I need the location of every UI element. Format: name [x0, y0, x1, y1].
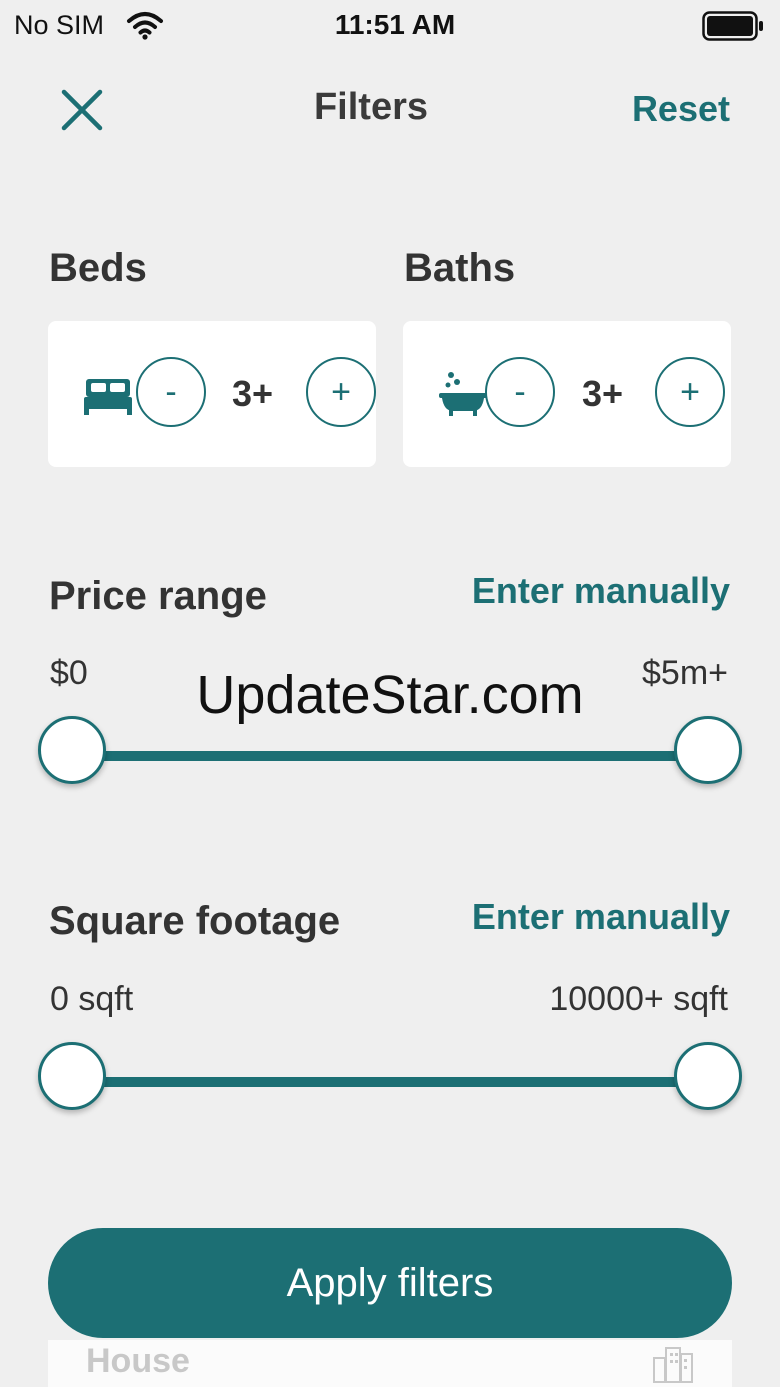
price-slider-track[interactable]: [72, 751, 708, 761]
apply-filters-button[interactable]: Apply filters: [48, 1228, 732, 1338]
sqft-max-thumb[interactable]: [674, 1042, 742, 1110]
baths-value: 3+: [582, 373, 624, 414]
battery-icon: [702, 11, 763, 41]
baths-decrement-button[interactable]: -: [485, 357, 555, 427]
beds-heading: Beds: [49, 246, 147, 290]
beds-value: 3+: [232, 373, 274, 414]
price-max-thumb[interactable]: [674, 716, 742, 784]
building-icon: [653, 1347, 693, 1383]
baths-increment-button[interactable]: +: [655, 357, 725, 427]
sqft-min-label: 0 sqft: [50, 980, 134, 1018]
reset-button[interactable]: Reset: [632, 88, 730, 130]
page-title: Filters: [313, 86, 429, 128]
baths-heading: Baths: [404, 246, 516, 290]
property-type-label: House: [86, 1342, 190, 1380]
status-bar: No SIM 11:51 AM: [0, 0, 780, 52]
price-min-thumb[interactable]: [38, 716, 106, 784]
property-type-card[interactable]: House: [48, 1340, 732, 1387]
watermark-text: UpdateStar.com: [196, 665, 584, 725]
price-enter-manually-link[interactable]: Enter manually: [472, 570, 730, 612]
price-range-heading: Price range: [49, 574, 267, 618]
beds-stepper-card: - 3+ +: [48, 321, 376, 467]
clock: 11:51 AM: [334, 9, 456, 40]
sqft-slider-track[interactable]: [72, 1077, 708, 1087]
square-footage-heading: Square footage: [49, 899, 341, 943]
sqft-max-label: 10000+ sqft: [549, 980, 728, 1018]
beds-decrement-button[interactable]: -: [136, 357, 206, 427]
sqft-enter-manually-link[interactable]: Enter manually: [472, 896, 730, 938]
beds-increment-button[interactable]: +: [306, 357, 376, 427]
baths-stepper-card: - 3+ +: [403, 321, 731, 467]
bed-icon: [84, 379, 132, 415]
bathtub-icon: [439, 372, 487, 416]
sqft-min-thumb[interactable]: [38, 1042, 106, 1110]
